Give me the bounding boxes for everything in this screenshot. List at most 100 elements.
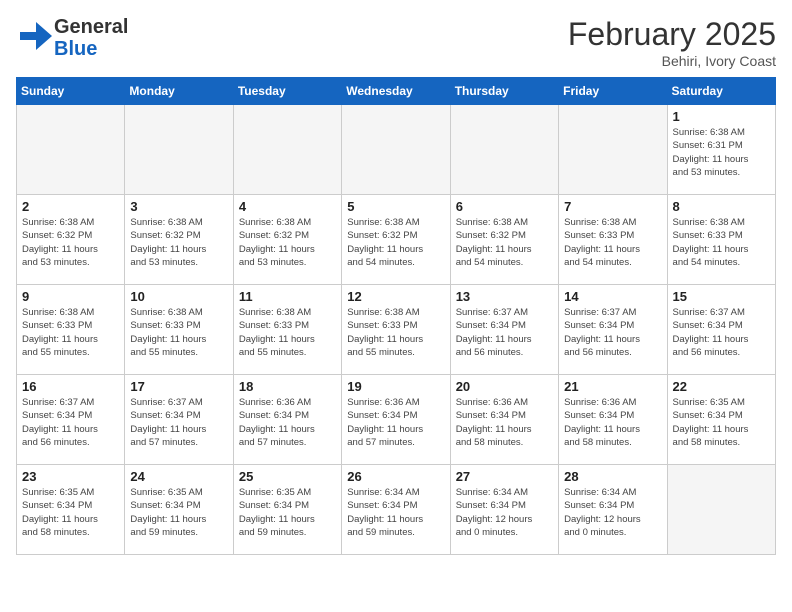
day-info: Sunrise: 6:38 AM Sunset: 6:31 PM Dayligh… <box>673 126 770 179</box>
calendar-cell: 11 Sunrise: 6:38 AM Sunset: 6:33 PM Dayli… <box>233 285 341 375</box>
day-info: Sunrise: 6:35 AM Sunset: 6:34 PM Dayligh… <box>239 486 336 539</box>
day-info: Sunrise: 6:38 AM Sunset: 6:32 PM Dayligh… <box>456 216 553 269</box>
calendar-cell: 9Sunrise: 6:38 AM Sunset: 6:33 PM Daylig… <box>17 285 125 375</box>
day-info: Sunrise: 6:38 AM Sunset: 6:32 PM Dayligh… <box>22 216 119 269</box>
day-number: 11 <box>239 289 336 304</box>
calendar-cell <box>17 105 125 195</box>
calendar-cell: 12Sunrise: 6:38 AM Sunset: 6:33 PM Dayli… <box>342 285 450 375</box>
day-number: 5 <box>347 199 444 214</box>
calendar-cell: 8 Sunrise: 6:38 AM Sunset: 6:33 PM Daylig… <box>667 195 775 285</box>
day-number: 19 <box>347 379 444 394</box>
calendar-cell: 18 Sunrise: 6:36 AM Sunset: 6:34 PM Dayli… <box>233 375 341 465</box>
calendar-cell <box>233 105 341 195</box>
day-info: Sunrise: 6:38 AM Sunset: 6:32 PM Dayligh… <box>347 216 444 269</box>
calendar-cell: 26 Sunrise: 6:34 AM Sunset: 6:34 PM Dayli… <box>342 465 450 555</box>
day-number: 23 <box>22 469 119 484</box>
calendar-cell <box>450 105 558 195</box>
calendar-week-row: 1 Sunrise: 6:38 AM Sunset: 6:31 PM Daylig… <box>17 105 776 195</box>
calendar-cell: 21 Sunrise: 6:36 AM Sunset: 6:34 PM Dayli… <box>559 375 667 465</box>
day-info: Sunrise: 6:38 AM Sunset: 6:33 PM Dayligh… <box>564 216 661 269</box>
day-number: 21 <box>564 379 661 394</box>
calendar-cell: 6 Sunrise: 6:38 AM Sunset: 6:32 PM Daylig… <box>450 195 558 285</box>
day-number: 3 <box>130 199 227 214</box>
day-info: Sunrise: 6:38 AM Sunset: 6:32 PM Dayligh… <box>239 216 336 269</box>
day-number: 24 <box>130 469 227 484</box>
calendar-cell: 19 Sunrise: 6:36 AM Sunset: 6:34 PM Dayli… <box>342 375 450 465</box>
calendar-cell: 14Sunrise: 6:37 AM Sunset: 6:34 PM Dayli… <box>559 285 667 375</box>
day-info: Sunrise: 6:36 AM Sunset: 6:34 PM Dayligh… <box>456 396 553 449</box>
day-info: Sunrise: 6:37 AM Sunset: 6:34 PM Dayligh… <box>22 396 119 449</box>
day-number: 10 <box>130 289 227 304</box>
day-info: Sunrise: 6:36 AM Sunset: 6:34 PM Dayligh… <box>564 396 661 449</box>
day-info: Sunrise: 6:38 AM Sunset: 6:33 PM Dayligh… <box>673 216 770 269</box>
day-number: 2 <box>22 199 119 214</box>
day-info: Sunrise: 6:35 AM Sunset: 6:34 PM Dayligh… <box>22 486 119 539</box>
calendar-cell: 7 Sunrise: 6:38 AM Sunset: 6:33 PM Daylig… <box>559 195 667 285</box>
weekday-header: Thursday <box>450 78 558 105</box>
day-info: Sunrise: 6:36 AM Sunset: 6:34 PM Dayligh… <box>239 396 336 449</box>
day-info: Sunrise: 6:34 AM Sunset: 6:34 PM Dayligh… <box>564 486 661 539</box>
logo-icon <box>16 18 52 54</box>
calendar-cell: 22 Sunrise: 6:35 AM Sunset: 6:34 PM Dayli… <box>667 375 775 465</box>
day-info: Sunrise: 6:34 AM Sunset: 6:34 PM Dayligh… <box>347 486 444 539</box>
day-info: Sunrise: 6:37 AM Sunset: 6:34 PM Dayligh… <box>673 306 770 359</box>
day-number: 26 <box>347 469 444 484</box>
day-number: 14 <box>564 289 661 304</box>
weekday-header: Monday <box>125 78 233 105</box>
calendar-cell: 4 Sunrise: 6:38 AM Sunset: 6:32 PM Daylig… <box>233 195 341 285</box>
day-number: 18 <box>239 379 336 394</box>
calendar-cell: 5 Sunrise: 6:38 AM Sunset: 6:32 PM Daylig… <box>342 195 450 285</box>
calendar-cell: 16 Sunrise: 6:37 AM Sunset: 6:34 PM Dayli… <box>17 375 125 465</box>
calendar-cell: 1 Sunrise: 6:38 AM Sunset: 6:31 PM Daylig… <box>667 105 775 195</box>
day-info: Sunrise: 6:36 AM Sunset: 6:34 PM Dayligh… <box>347 396 444 449</box>
weekday-header-row: SundayMondayTuesdayWednesdayThursdayFrid… <box>17 78 776 105</box>
calendar-week-row: 9Sunrise: 6:38 AM Sunset: 6:33 PM Daylig… <box>17 285 776 375</box>
calendar-cell: 28 Sunrise: 6:34 AM Sunset: 6:34 PM Dayli… <box>559 465 667 555</box>
day-info: Sunrise: 6:37 AM Sunset: 6:34 PM Dayligh… <box>456 306 553 359</box>
day-number: 4 <box>239 199 336 214</box>
day-number: 25 <box>239 469 336 484</box>
day-info: Sunrise: 6:35 AM Sunset: 6:34 PM Dayligh… <box>673 396 770 449</box>
logo: General Blue <box>16 16 128 60</box>
calendar-cell: 25 Sunrise: 6:35 AM Sunset: 6:34 PM Dayli… <box>233 465 341 555</box>
day-number: 20 <box>456 379 553 394</box>
day-info: Sunrise: 6:38 AM Sunset: 6:33 PM Dayligh… <box>239 306 336 359</box>
calendar-week-row: 23 Sunrise: 6:35 AM Sunset: 6:34 PM Dayli… <box>17 465 776 555</box>
title-area: February 2025 Behiri, Ivory Coast <box>568 16 776 69</box>
day-number: 6 <box>456 199 553 214</box>
month-title: February 2025 <box>568 16 776 53</box>
day-info: Sunrise: 6:38 AM Sunset: 6:33 PM Dayligh… <box>130 306 227 359</box>
calendar-cell: 15Sunrise: 6:37 AM Sunset: 6:34 PM Dayli… <box>667 285 775 375</box>
calendar-cell <box>342 105 450 195</box>
day-info: Sunrise: 6:38 AM Sunset: 6:33 PM Dayligh… <box>347 306 444 359</box>
day-number: 17 <box>130 379 227 394</box>
calendar-cell: 13 Sunrise: 6:37 AM Sunset: 6:34 PM Dayli… <box>450 285 558 375</box>
day-number: 8 <box>673 199 770 214</box>
calendar-cell: 23 Sunrise: 6:35 AM Sunset: 6:34 PM Dayli… <box>17 465 125 555</box>
calendar-cell <box>125 105 233 195</box>
calendar-table: SundayMondayTuesdayWednesdayThursdayFrid… <box>16 77 776 555</box>
weekday-header: Friday <box>559 78 667 105</box>
day-number: 16 <box>22 379 119 394</box>
location: Behiri, Ivory Coast <box>568 53 776 69</box>
calendar-week-row: 16 Sunrise: 6:37 AM Sunset: 6:34 PM Dayli… <box>17 375 776 465</box>
page-header: General Blue February 2025 Behiri, Ivory… <box>16 16 776 69</box>
calendar-cell: 24 Sunrise: 6:35 AM Sunset: 6:34 PM Dayli… <box>125 465 233 555</box>
day-number: 1 <box>673 109 770 124</box>
weekday-header: Sunday <box>17 78 125 105</box>
day-info: Sunrise: 6:38 AM Sunset: 6:33 PM Dayligh… <box>22 306 119 359</box>
day-number: 7 <box>564 199 661 214</box>
calendar-cell: 27 Sunrise: 6:34 AM Sunset: 6:34 PM Dayli… <box>450 465 558 555</box>
day-number: 27 <box>456 469 553 484</box>
calendar-cell: 17 Sunrise: 6:37 AM Sunset: 6:34 PM Dayli… <box>125 375 233 465</box>
calendar-cell <box>559 105 667 195</box>
day-number: 28 <box>564 469 661 484</box>
day-info: Sunrise: 6:34 AM Sunset: 6:34 PM Dayligh… <box>456 486 553 539</box>
logo-blue: Blue <box>54 38 128 60</box>
day-number: 13 <box>456 289 553 304</box>
day-number: 22 <box>673 379 770 394</box>
day-info: Sunrise: 6:37 AM Sunset: 6:34 PM Dayligh… <box>130 396 227 449</box>
calendar-week-row: 2 Sunrise: 6:38 AM Sunset: 6:32 PM Daylig… <box>17 195 776 285</box>
day-info: Sunrise: 6:35 AM Sunset: 6:34 PM Dayligh… <box>130 486 227 539</box>
logo-general: General <box>54 16 128 38</box>
